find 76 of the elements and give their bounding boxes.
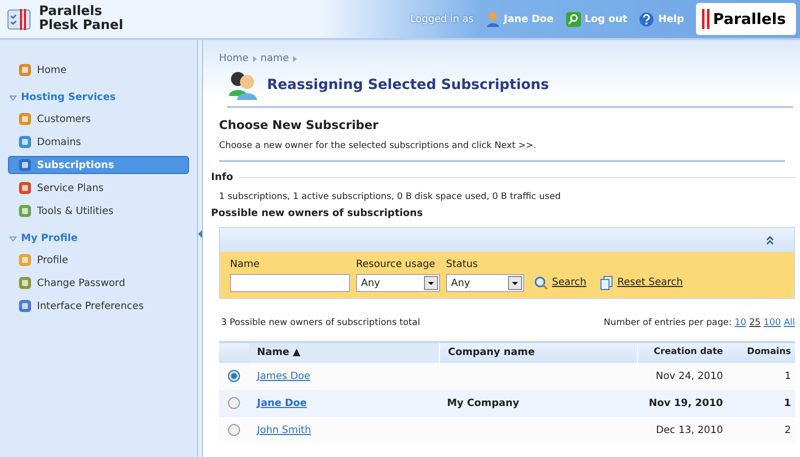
breadcrumb-arrow-icon (252, 56, 257, 62)
logged-in-label: Logged in as (410, 12, 474, 26)
table-cell: 2 (784, 424, 791, 436)
table-cell: My Company (447, 398, 520, 408)
search-link[interactable]: Search (552, 275, 586, 290)
sidebar-item[interactable]: Service Plans (8, 179, 189, 197)
table-cell: Nov 19, 2010 (648, 398, 723, 408)
table-row[interactable]: James Doe Nov 24, 2010 1 (219, 362, 795, 390)
info-text: 1 subscriptions, 1 active subscriptions, 0 B disk space used, 0 B traffic used (219, 190, 562, 204)
search-icon (534, 276, 548, 290)
page-size-link[interactable]: All (784, 317, 795, 330)
filter-label: Resource usage (356, 258, 436, 272)
info-heading: Info (211, 170, 234, 184)
owner-link[interactable]: John Smith (257, 424, 312, 436)
page-title: Reassigning Selected Subscriptions (267, 76, 549, 94)
column-header[interactable]: Name ▲ (249, 342, 439, 362)
product-name: Plesk Panel (39, 19, 124, 33)
filter-label: Name (230, 258, 261, 272)
menu-icon (18, 135, 32, 149)
menu-icon (18, 299, 32, 313)
menu-icon (18, 253, 32, 267)
brand-name: Parallels (713, 8, 786, 30)
owners-heading: Possible new owners of subscriptions (211, 207, 424, 221)
select-field[interactable]: Any (446, 274, 524, 292)
user-icon (486, 11, 500, 27)
step-description: Choose a new owner for the selected subscriptions and click Next >>. (219, 140, 785, 162)
menu-icon (18, 63, 32, 77)
section-heading[interactable]: Hosting Services (21, 90, 116, 105)
collapse-triangle-icon[interactable] (9, 234, 17, 242)
sidebar-item[interactable]: Tools & Utilities (8, 202, 189, 220)
breadcrumb-link[interactable]: name (260, 51, 289, 66)
collapse-triangle-icon[interactable] (9, 94, 17, 102)
per-page-label: Number of entries per page: (604, 317, 732, 330)
page-size-link[interactable]: 100 (764, 317, 781, 330)
radio-button[interactable] (228, 397, 240, 409)
filter-label: Status (446, 258, 479, 272)
menu-icon (18, 112, 32, 126)
sidebar-item[interactable]: Interface Preferences (8, 297, 189, 315)
table-cell: 1 (784, 370, 791, 382)
menu-icon (18, 276, 32, 290)
table-row[interactable]: John Smith Dec 13, 2010 2 (219, 416, 795, 444)
sidebar-item[interactable]: Profile (8, 251, 189, 269)
name-field[interactable] (230, 274, 350, 292)
users-icon (227, 70, 259, 100)
help-icon (639, 12, 654, 26)
sidebar-item[interactable]: Domains (8, 133, 189, 151)
section-heading[interactable]: My Profile (21, 231, 78, 246)
menu-icon (18, 158, 32, 172)
page-size-link[interactable]: 25 (749, 317, 761, 330)
table-row[interactable]: Jane Doe My Company Nov 19, 2010 1 (219, 390, 795, 416)
table-cell: Dec 13, 2010 (656, 424, 723, 436)
product-name: Parallels (39, 5, 104, 19)
sidebar-item[interactable]: Customers (8, 110, 189, 128)
checklist-logo-icon (7, 7, 31, 31)
owner-link[interactable]: James Doe (257, 370, 310, 382)
step-heading: Choose New Subscriber (219, 117, 380, 134)
bars-logo-icon (702, 9, 710, 29)
breadcrumb-arrow-icon (292, 56, 297, 62)
collapse-chevrons-icon[interactable] (766, 236, 774, 244)
page-size-link[interactable]: 10 (734, 317, 746, 330)
table-cell: Nov 24, 2010 (656, 370, 723, 382)
logout-icon (566, 12, 581, 26)
menu-icon (18, 204, 32, 218)
documents-icon (600, 276, 614, 290)
owner-link[interactable]: Jane Doe (257, 398, 307, 408)
select-field[interactable]: Any (356, 274, 440, 292)
sidebar-item[interactable]: Change Password (8, 274, 189, 292)
table-cell: 1 (784, 398, 791, 408)
radio-button[interactable] (228, 370, 240, 382)
breadcrumb-link[interactable]: Home (219, 51, 249, 66)
column-header[interactable]: Domains (729, 342, 795, 362)
menu-icon (18, 181, 32, 195)
total-count: 3 Possible new owners of subscriptions total (221, 317, 420, 330)
radio-button[interactable] (228, 424, 240, 436)
reset-search-link[interactable]: Reset Search (617, 275, 683, 290)
sidebar-item[interactable]: Home (8, 61, 189, 79)
